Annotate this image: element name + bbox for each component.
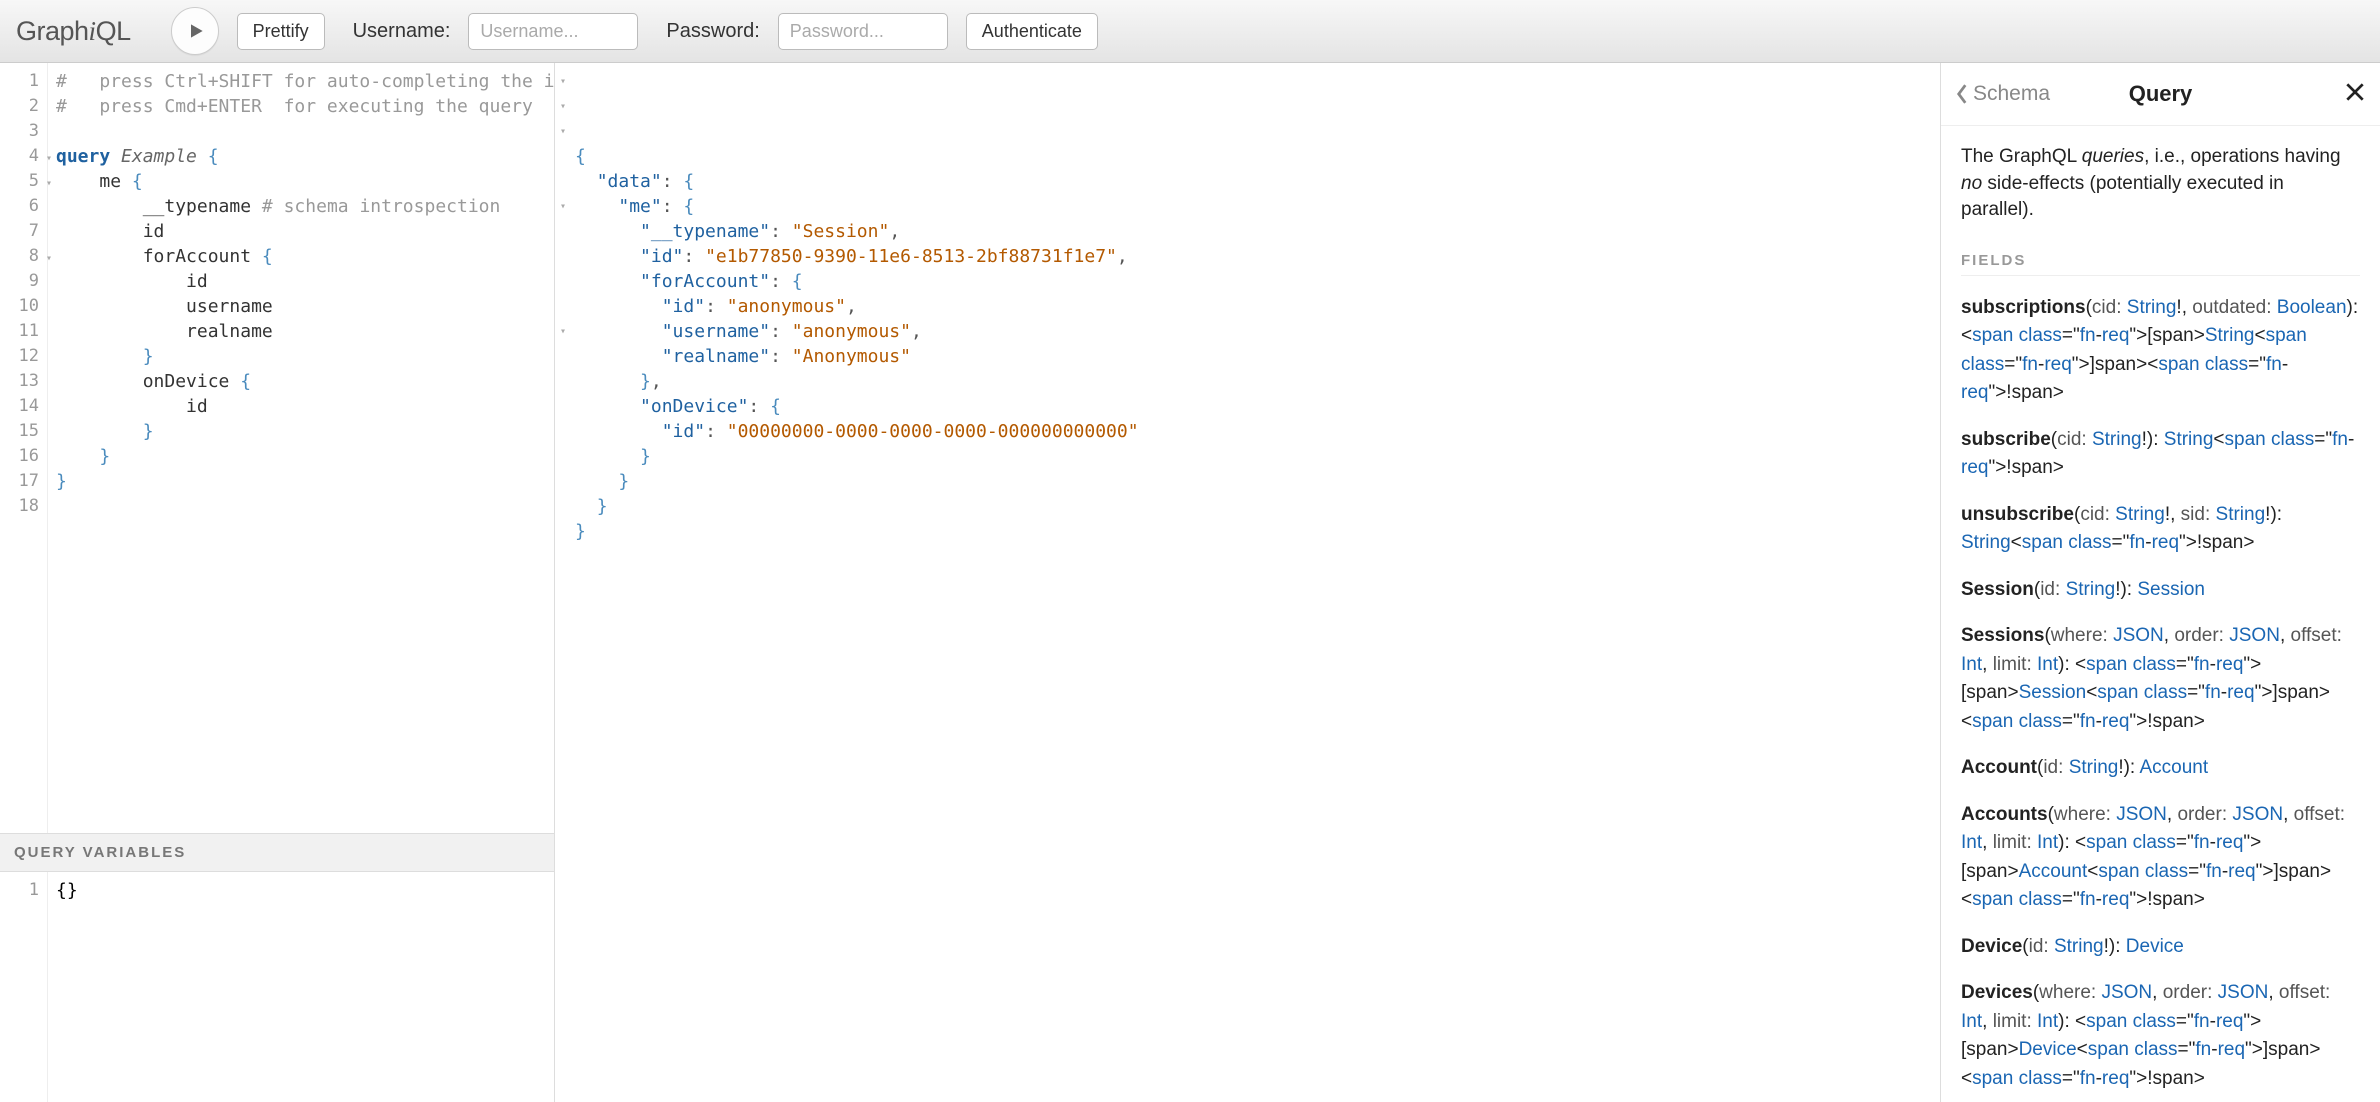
- vars-code[interactable]: {}: [48, 872, 554, 1102]
- username-label: Username:: [353, 20, 451, 43]
- docs-fields-list: subscriptions(cid: String!, outdated: Bo…: [1961, 294, 2360, 1102]
- authenticate-button[interactable]: Authenticate: [966, 13, 1098, 50]
- editor-gutter: 123456789101112131415161718: [0, 63, 48, 833]
- docs-field-item[interactable]: Accounts(where: JSON, order: JSON, offse…: [1961, 801, 2360, 915]
- docs-close-button[interactable]: [2344, 81, 2366, 108]
- docs-back-button[interactable]: Schema: [1955, 82, 2050, 106]
- result-code: { "data": { "me": { "__typename": "Sessi…: [575, 144, 1934, 544]
- query-variables-editor[interactable]: 1 {}: [0, 872, 554, 1102]
- docs-field-item[interactable]: unsubscribe(cid: String!, sid: String!):…: [1961, 501, 2360, 558]
- docs-field-item[interactable]: Session(id: String!): Session: [1961, 576, 2360, 605]
- docs-field-item[interactable]: Account(id: String!): Account: [1961, 754, 2360, 783]
- docs-field-item[interactable]: Sessions(where: JSON, order: JSON, offse…: [1961, 622, 2360, 736]
- docs-header: Schema Query: [1941, 63, 2380, 126]
- docs-body[interactable]: The GraphQL queries, i.e., operations ha…: [1941, 126, 2380, 1102]
- password-label: Password:: [666, 20, 759, 43]
- docs-field-item[interactable]: subscribe(cid: String!): String<span cla…: [1961, 426, 2360, 483]
- docs-field-item[interactable]: subscriptions(cid: String!, outdated: Bo…: [1961, 294, 2360, 408]
- password-input[interactable]: [778, 13, 948, 50]
- play-icon: [186, 21, 206, 41]
- chevron-left-icon: [1955, 83, 1969, 105]
- docs-field-item[interactable]: Devices(where: JSON, order: JSON, offset…: [1961, 979, 2360, 1093]
- username-input[interactable]: [468, 13, 638, 50]
- docs-field-item[interactable]: Device(id: String!): Device: [1961, 933, 2360, 962]
- app-logo: GraphiQL: [16, 16, 131, 47]
- result-fold-gutter: ▾▾▾ ▾ ▾: [557, 69, 569, 469]
- close-icon: [2344, 81, 2366, 103]
- execute-button[interactable]: [171, 7, 219, 55]
- query-variables-header[interactable]: QUERY VARIABLES: [0, 833, 554, 872]
- prettify-button[interactable]: Prettify: [237, 13, 325, 50]
- vars-gutter: 1: [0, 872, 48, 1102]
- toolbar: GraphiQL Prettify Username: Password: Au…: [0, 0, 2380, 63]
- query-editor[interactable]: 123456789101112131415161718 # press Ctrl…: [0, 63, 554, 833]
- editor-code[interactable]: # press Ctrl+SHIFT for auto-completing t…: [48, 63, 554, 833]
- docs-fields-label: FIELDS: [1961, 252, 2360, 276]
- docs-title: Query: [2129, 81, 2193, 107]
- query-column: 123456789101112131415161718 # press Ctrl…: [0, 63, 555, 1102]
- docs-description: The GraphQL queries, i.e., operations ha…: [1961, 144, 2360, 224]
- main-area: 123456789101112131415161718 # press Ctrl…: [0, 63, 2380, 1102]
- result-pane[interactable]: ▾▾▾ ▾ ▾ { "data": { "me": { "__typename"…: [555, 63, 1940, 1102]
- docs-panel: Schema Query The GraphQL queries, i.e., …: [1940, 63, 2380, 1102]
